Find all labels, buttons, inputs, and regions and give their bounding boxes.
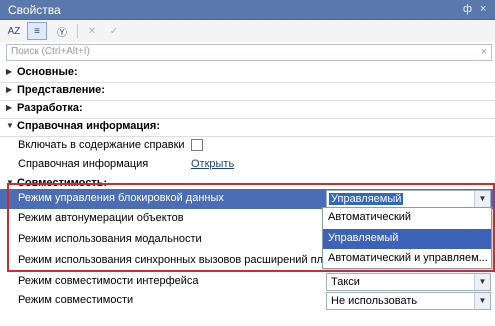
pin-icon[interactable]: ф bbox=[463, 3, 472, 15]
sort-alphabetical-icon[interactable]: AZ bbox=[4, 22, 24, 40]
property-row: Включать в содержание справки bbox=[0, 136, 495, 156]
group-main[interactable]: ▶ Основные: bbox=[0, 63, 495, 83]
open-help-link[interactable]: Открыть bbox=[191, 158, 234, 170]
lock-mode-dropdown-list[interactable]: Автоматический Управляемый Автоматически… bbox=[322, 207, 492, 269]
group-help[interactable]: ▼ Справочная информация: bbox=[0, 117, 495, 137]
chevron-down-icon[interactable]: ▼ bbox=[474, 293, 490, 309]
group-presentation[interactable]: ▶ Представление: bbox=[0, 81, 495, 101]
interface-compat-value: Такси bbox=[331, 276, 360, 288]
lock-mode-label: Режим управления блокировкой данных bbox=[18, 192, 224, 204]
dropdown-option-managed[interactable]: Управляемый bbox=[323, 229, 491, 249]
group-development-label: Разработка: bbox=[17, 102, 83, 114]
help-info-label: Справочная информация bbox=[18, 158, 149, 170]
group-main-label: Основные: bbox=[17, 66, 78, 78]
panel-title: Свойства bbox=[8, 3, 61, 17]
collapse-icon[interactable]: ▼ bbox=[6, 121, 14, 130]
interface-compat-combo[interactable]: Такси ▼ bbox=[326, 273, 491, 291]
check-icon[interactable]: ✓ bbox=[104, 22, 124, 40]
categories-icon[interactable]: ≡ bbox=[27, 22, 47, 40]
panel-titlebar: Свойства ф × bbox=[0, 0, 495, 20]
include-in-help-label: Включать в содержание справки bbox=[18, 139, 185, 151]
property-row-sync-calls[interactable]: Режим использования синхронных вызовов р… bbox=[0, 251, 322, 271]
property-row: Справочная информация Открыть bbox=[0, 155, 495, 175]
property-row-interface-compat[interactable]: Режим совместимости интерфейса Такси ▼ bbox=[0, 272, 495, 292]
lock-mode-combo[interactable]: Управляемый ▼ bbox=[326, 190, 491, 208]
group-development[interactable]: ▶ Разработка: bbox=[0, 99, 495, 119]
compat-mode-value: Не использовать bbox=[331, 295, 418, 307]
toolbar: AZ ≡ Ⓨ ✕ ✓ bbox=[0, 20, 495, 42]
filter-icon[interactable]: Ⓨ bbox=[52, 22, 72, 40]
group-help-label: Справочная информация: bbox=[17, 120, 161, 132]
search-placeholder: Поиск (Ctrl+Alt+I) bbox=[11, 46, 90, 57]
include-in-help-checkbox[interactable] bbox=[191, 139, 203, 151]
compat-mode-combo[interactable]: Не использовать ▼ bbox=[326, 292, 491, 310]
sync-calls-label: Режим использования синхронных вызовов р… bbox=[18, 254, 322, 266]
collapse-icon[interactable]: ▼ bbox=[6, 178, 14, 187]
expand-icon[interactable]: ▶ bbox=[6, 103, 12, 112]
toolbar-separator bbox=[77, 24, 78, 38]
property-list: ▶ Основные: ▶ Представление: ▶ Разработк… bbox=[0, 63, 495, 326]
interface-compat-label: Режим совместимости интерфейса bbox=[18, 275, 199, 287]
expand-icon[interactable]: ▶ bbox=[6, 85, 12, 94]
group-compat-label: Совместимость: bbox=[17, 177, 108, 189]
property-row-lock-mode[interactable]: Режим управления блокировкой данных Упра… bbox=[0, 189, 495, 209]
dropdown-option-auto-and-managed[interactable]: Автоматический и управляем... bbox=[323, 249, 491, 269]
compat-mode-label: Режим совместимости bbox=[18, 294, 134, 306]
dropdown-option-automatic[interactable]: Автоматический bbox=[323, 208, 491, 228]
modality-label: Режим использования модальности bbox=[18, 233, 202, 245]
clear-search-icon[interactable]: × bbox=[481, 46, 487, 58]
cancel-icon[interactable]: ✕ bbox=[82, 22, 102, 40]
autonumbering-label: Режим автонумерации объектов bbox=[18, 212, 184, 224]
chevron-down-icon[interactable]: ▼ bbox=[474, 191, 490, 207]
chevron-down-icon[interactable]: ▼ bbox=[474, 274, 490, 290]
expand-icon[interactable]: ▶ bbox=[6, 67, 12, 76]
group-presentation-label: Представление: bbox=[17, 84, 105, 96]
close-panel-icon[interactable]: × bbox=[480, 3, 486, 15]
search-input[interactable]: Поиск (Ctrl+Alt+I) × bbox=[6, 44, 492, 61]
property-row-compat-mode[interactable]: Режим совместимости Не использовать ▼ bbox=[0, 291, 495, 311]
lock-mode-value: Управляемый bbox=[329, 193, 404, 205]
